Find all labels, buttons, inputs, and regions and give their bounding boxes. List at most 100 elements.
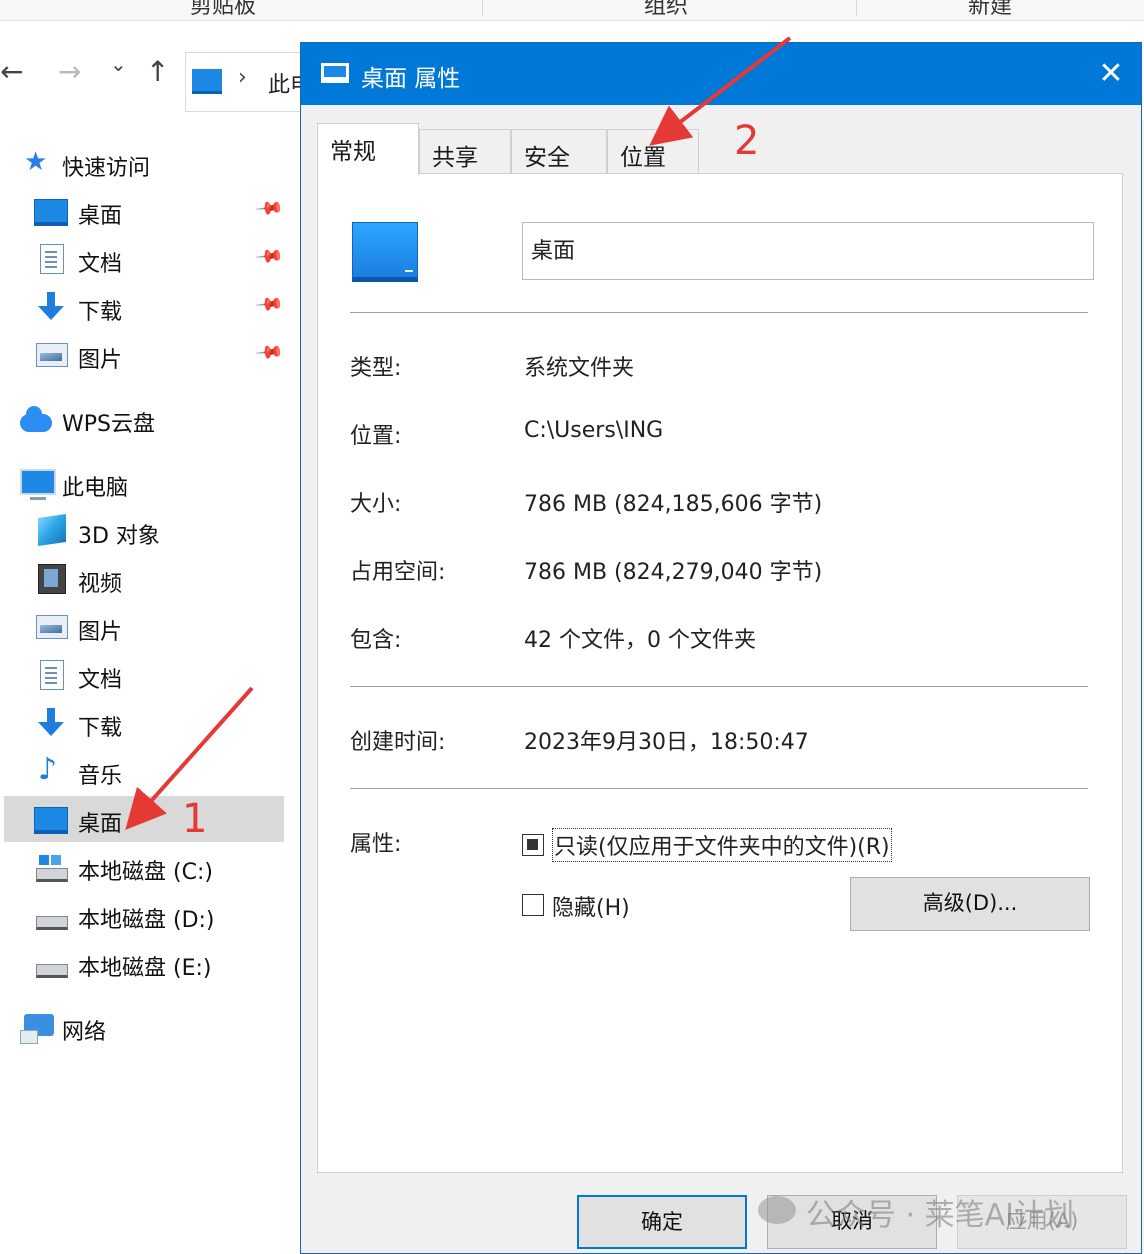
sidebar-item-label: 图片 [78, 620, 123, 645]
sidebar-item-label: 快速访问 [62, 156, 151, 181]
tab-security[interactable]: 安全 [511, 129, 607, 173]
hidden-checkbox-label[interactable]: 隐藏(H) [552, 890, 630, 922]
pin-icon[interactable]: 📌 [254, 241, 285, 271]
pin-icon[interactable]: 📌 [254, 193, 285, 223]
tab-label: 共享 [432, 145, 478, 171]
drive-icon [36, 916, 68, 930]
ok-button[interactable]: 确定 [577, 1195, 747, 1249]
sidebar-item-label: 本地磁盘 (D:) [78, 908, 215, 933]
sidebar-item-quick-access[interactable]: ★ 快速访问 [0, 140, 290, 186]
sidebar-item-drive-e[interactable]: 本地磁盘 (E:) [0, 940, 290, 986]
sidebar-item-label: 本地磁盘 (C:) [78, 860, 213, 885]
3d-objects-icon [38, 514, 66, 546]
recent-dropdown-icon[interactable]: ⌄ [110, 54, 127, 74]
close-icon[interactable]: ✕ [1091, 55, 1131, 95]
sidebar-item-label: 下载 [78, 716, 123, 741]
drive-icon [36, 964, 68, 978]
system-drive-icon [36, 855, 68, 882]
tab-label: 常规 [330, 139, 376, 165]
sidebar-item-label: 桌面 [78, 204, 123, 229]
general-tab-panel: 桌面 类型: 系统文件夹 位置: C:\Users\ING 大小: 786 MB… [317, 173, 1123, 1173]
desktop-icon [34, 199, 68, 226]
download-icon [36, 708, 66, 738]
location-label: 位置: [350, 424, 402, 449]
sidebar-item-label: 桌面 [78, 812, 123, 837]
sidebar-item-label: 此电脑 [62, 476, 129, 501]
video-icon [38, 564, 66, 594]
location-value: C:\Users\ING [524, 418, 664, 443]
picture-icon [36, 343, 68, 367]
ribbon-group-clipboard[interactable]: 剪贴板 [190, 0, 256, 20]
sidebar-item-label: 视频 [78, 572, 123, 597]
size-label: 大小: [350, 492, 402, 517]
annotation-step-1: 1 [182, 796, 208, 842]
dialog-titlebar[interactable]: 桌面 属性 ✕ [301, 43, 1141, 105]
sidebar-item-label: 网络 [62, 1020, 107, 1045]
back-arrow-icon[interactable]: ← [0, 58, 23, 86]
up-arrow-icon[interactable]: ↑ [146, 58, 169, 86]
properties-dialog: 桌面 属性 ✕ 常规 共享 安全 位置 桌面 类型: 系统文件夹 位置: C:\… [300, 42, 1142, 1254]
annotation-step-2: 2 [734, 118, 760, 164]
sidebar-item-3d-objects[interactable]: 3D 对象 [0, 508, 290, 554]
sidebar-item-label: 3D 对象 [78, 524, 160, 549]
contains-value: 42 个文件，0 个文件夹 [524, 628, 756, 653]
document-icon [40, 244, 64, 274]
navigation-pane: ★ 快速访问 桌面 📌 文档 📌 下载 📌 图片 📌 WPS云盘 此电脑 3D … [0, 120, 300, 1254]
divider [350, 686, 1088, 687]
computer-icon [20, 469, 56, 500]
sidebar-item-downloads[interactable]: 下载 📌 [0, 284, 290, 330]
ribbon-separator [856, 0, 857, 16]
tab-sharing[interactable]: 共享 [419, 129, 511, 173]
folder-desktop-icon [321, 63, 349, 83]
sidebar-item-drive-c[interactable]: 本地磁盘 (C:) [0, 844, 290, 890]
tab-location[interactable]: 位置 [607, 129, 699, 173]
tab-label: 位置 [620, 145, 666, 171]
pin-icon[interactable]: 📌 [254, 289, 285, 319]
ribbon-group-new[interactable]: 新建 [968, 0, 1012, 20]
readonly-checkbox[interactable] [522, 834, 544, 856]
cloud-icon [20, 406, 52, 432]
sidebar-item-downloads-pc[interactable]: 下载 [0, 700, 290, 746]
sidebar-item-music[interactable]: ♪ 音乐 [0, 748, 290, 794]
created-label: 创建时间: [350, 730, 446, 755]
sidebar-item-documents[interactable]: 文档 📌 [0, 236, 290, 282]
network-icon [20, 1014, 54, 1044]
sidebar-item-drive-d[interactable]: 本地磁盘 (D:) [0, 892, 290, 938]
desktop-folder-icon [352, 222, 418, 282]
contains-label: 包含: [350, 628, 402, 653]
chevron-right-icon[interactable]: › [238, 65, 247, 90]
wechat-logo-icon [758, 1196, 796, 1224]
sidebar-item-network[interactable]: 网络 [0, 1004, 290, 1050]
pin-icon[interactable]: 📌 [254, 337, 285, 367]
sidebar-item-label: 图片 [78, 348, 123, 373]
sidebar-item-desktop[interactable]: 桌面 📌 [0, 188, 290, 234]
ribbon-group-organize[interactable]: 组织 [644, 0, 688, 20]
sidebar-item-desktop-pc[interactable]: 桌面 [4, 796, 284, 842]
folder-name-field[interactable]: 桌面 [522, 222, 1094, 280]
sidebar-item-label: 音乐 [78, 764, 123, 789]
star-icon: ★ [24, 147, 48, 177]
sidebar-item-label: 文档 [78, 252, 123, 277]
desktop-icon [34, 807, 68, 834]
sidebar-item-wps-cloud[interactable]: WPS云盘 [0, 396, 290, 442]
sidebar-item-label: WPS云盘 [62, 412, 155, 437]
sidebar-item-documents-pc[interactable]: 文档 [0, 652, 290, 698]
advanced-button[interactable]: 高级(D)... [850, 877, 1090, 931]
download-icon [36, 292, 66, 322]
tab-label: 安全 [524, 145, 570, 171]
hidden-checkbox[interactable] [522, 894, 544, 916]
tab-general[interactable]: 常规 [317, 123, 419, 175]
sidebar-item-videos[interactable]: 视频 [0, 556, 290, 602]
folder-name-value: 桌面 [531, 239, 576, 264]
sidebar-item-label: 文档 [78, 668, 123, 693]
readonly-checkbox-label[interactable]: 只读(仅应用于文件夹中的文件)(R) [552, 828, 892, 862]
size-on-disk-label: 占用空间: [350, 560, 446, 585]
ribbon: 剪贴板 组织 新建 [0, 0, 1144, 21]
attributes-label: 属性: [350, 832, 402, 857]
sidebar-item-pictures-pc[interactable]: 图片 [0, 604, 290, 650]
forward-arrow-icon[interactable]: → [58, 58, 81, 86]
divider [350, 312, 1088, 313]
sidebar-item-pictures[interactable]: 图片 📌 [0, 332, 290, 378]
type-value: 系统文件夹 [524, 356, 635, 381]
sidebar-item-this-pc[interactable]: 此电脑 [0, 460, 290, 506]
